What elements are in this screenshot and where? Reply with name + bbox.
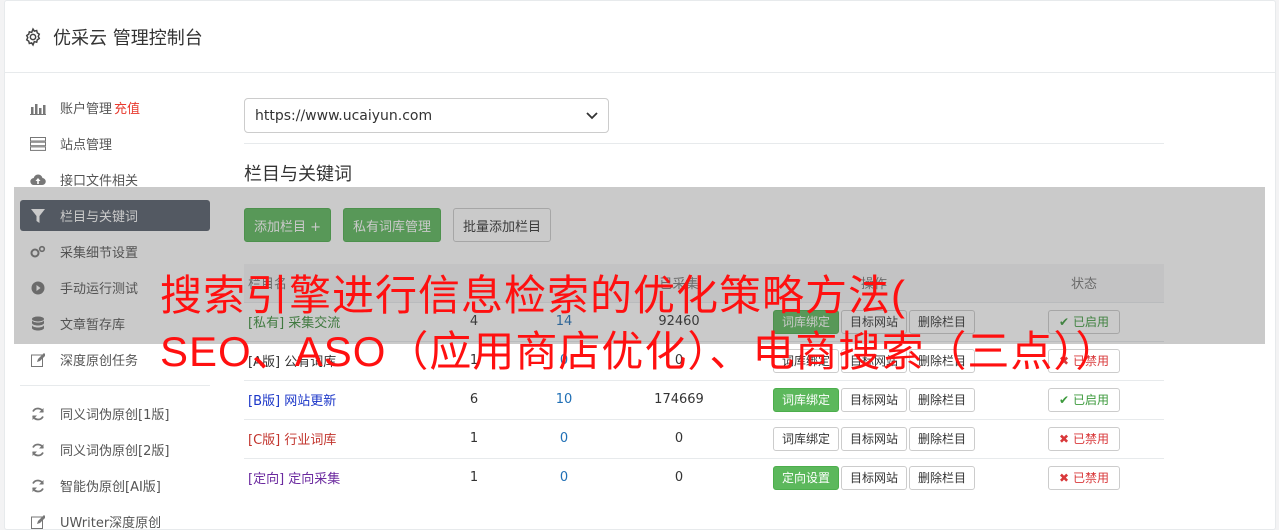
column-name-link[interactable]: 行业词库 <box>284 433 336 448</box>
cloud-upload-icon <box>30 172 46 188</box>
status-label: 已启用 <box>1072 392 1109 407</box>
collected-cell: 174669 <box>614 379 744 419</box>
sidebar-item-synonym-v1[interactable]: 同义词伪原创[1版] <box>20 398 210 429</box>
count-1-cell: 1 <box>434 418 514 458</box>
bar-chart-icon <box>30 100 46 116</box>
actions-cell: 词库绑定 目标网站 删除栏目 <box>744 379 1004 419</box>
column-tag: [B版] <box>248 394 281 409</box>
status-toggle[interactable]: ✖ 已禁用 <box>1048 465 1120 490</box>
site-select-value: https://www.ucaiyun.com <box>255 107 433 124</box>
target-site-button[interactable]: 目标网站 <box>840 426 907 451</box>
overlay-headline: 搜索引擎进行信息检索的优化策略方法( SEO、ASO（应用商店优化）、电商搜索（… <box>160 268 1270 380</box>
sidebar-item-label: 深度原创任务 <box>60 354 139 369</box>
status-toggle[interactable]: ✖ 已禁用 <box>1048 426 1120 451</box>
delete-column-button[interactable]: 删除栏目 <box>909 387 976 412</box>
console-header: 优采云 管理控制台 <box>5 1 1275 73</box>
sidebar-item-uwriter[interactable]: UWriter深度原创 <box>20 506 210 530</box>
section-title: 栏目与关键词 <box>244 164 352 185</box>
refresh-icon <box>30 406 46 422</box>
site-select[interactable]: https://www.ucaiyun.com <box>244 98 609 133</box>
column-name-cell: [定向] 定向采集 <box>244 457 434 497</box>
column-name-link[interactable]: 定向采集 <box>288 472 340 487</box>
check-icon: ✔ <box>1059 392 1070 407</box>
sidebar-item-sites[interactable]: 站点管理 <box>20 128 210 159</box>
sidebar-divider <box>20 385 210 386</box>
gear-icon <box>25 26 41 47</box>
sidebar-item-label: 账户管理 <box>60 102 113 117</box>
target-site-button[interactable]: 目标网站 <box>840 465 907 490</box>
count-2-link[interactable]: 0 <box>514 418 614 458</box>
actions-cell: 定向设置 目标网站 删除栏目 <box>744 457 1004 497</box>
column-name-cell: [B版] 网站更新 <box>244 379 434 419</box>
column-name-link[interactable]: 网站更新 <box>284 394 336 409</box>
column-name-cell: [C版] 行业词库 <box>244 418 434 458</box>
sidebar-item-label: 站点管理 <box>60 138 113 153</box>
table-row: [定向] 定向采集 1 0 0 定向设置 目标网站 删除栏目 ✖ 已禁用 <box>244 457 1164 497</box>
count-1-cell: 1 <box>434 457 514 497</box>
chevron-down-icon <box>586 108 598 124</box>
overlay-line-1: 搜索引擎进行信息检索的优化策略方法( <box>160 272 906 319</box>
actions-cell: 词库绑定 目标网站 删除栏目 <box>744 418 1004 458</box>
sidebar-item-synonym-v2[interactable]: 同义词伪原创[2版] <box>20 434 210 465</box>
table-row: [C版] 行业词库 1 0 0 词库绑定 目标网站 删除栏目 ✖ 已禁用 <box>244 418 1164 458</box>
status-cell: ✔ 已启用 <box>1004 379 1164 419</box>
column-tag: [C版] <box>248 433 281 448</box>
bind-button[interactable]: 词库绑定 <box>772 387 839 412</box>
collected-cell: 0 <box>614 418 744 458</box>
status-label: 已禁用 <box>1072 431 1109 446</box>
count-1-cell: 6 <box>434 379 514 419</box>
sidebar-item-label: UWriter深度原创 <box>60 516 162 530</box>
delete-column-button[interactable]: 删除栏目 <box>909 465 976 490</box>
column-tag: [定向] <box>248 472 285 488</box>
delete-column-button[interactable]: 删除栏目 <box>909 426 976 451</box>
table-row: [B版] 网站更新 6 10 174669 词库绑定 目标网站 删除栏目 ✔ 已启用 <box>244 379 1164 419</box>
refresh-icon <box>30 442 46 458</box>
edit-icon <box>30 352 46 368</box>
status-label: 已禁用 <box>1072 470 1109 485</box>
refresh-icon <box>30 478 46 494</box>
recharge-link[interactable]: 充值 <box>114 98 140 117</box>
count-2-link[interactable]: 0 <box>514 457 614 497</box>
bind-button[interactable]: 定向设置 <box>772 465 839 490</box>
sidebar-item-label: 智能伪原创[AI版] <box>60 480 161 495</box>
collected-cell: 0 <box>614 457 744 497</box>
count-2-link[interactable]: 10 <box>514 379 614 419</box>
status-toggle[interactable]: ✔ 已启用 <box>1048 387 1120 412</box>
divider <box>244 143 1164 144</box>
sidebar-item-label: 同义词伪原创[2版] <box>60 444 170 459</box>
overlay-line-2: SEO、ASO（应用商店优化）、电商搜索（三点）） <box>160 328 1119 375</box>
close-icon: ✖ <box>1059 431 1070 446</box>
page-title: 优采云 管理控制台 <box>53 27 203 49</box>
sidebar-item-ai-rewrite[interactable]: 智能伪原创[AI版] <box>20 470 210 501</box>
target-site-button[interactable]: 目标网站 <box>840 387 907 412</box>
sidebar-item-account[interactable]: 账户管理 充值 <box>20 92 210 123</box>
sidebar-item-label: 同义词伪原创[1版] <box>60 408 170 423</box>
bind-button[interactable]: 词库绑定 <box>772 426 839 451</box>
edit-icon <box>30 514 46 530</box>
close-icon: ✖ <box>1059 470 1070 485</box>
status-cell: ✖ 已禁用 <box>1004 418 1164 458</box>
status-cell: ✖ 已禁用 <box>1004 457 1164 497</box>
server-icon <box>30 136 46 152</box>
